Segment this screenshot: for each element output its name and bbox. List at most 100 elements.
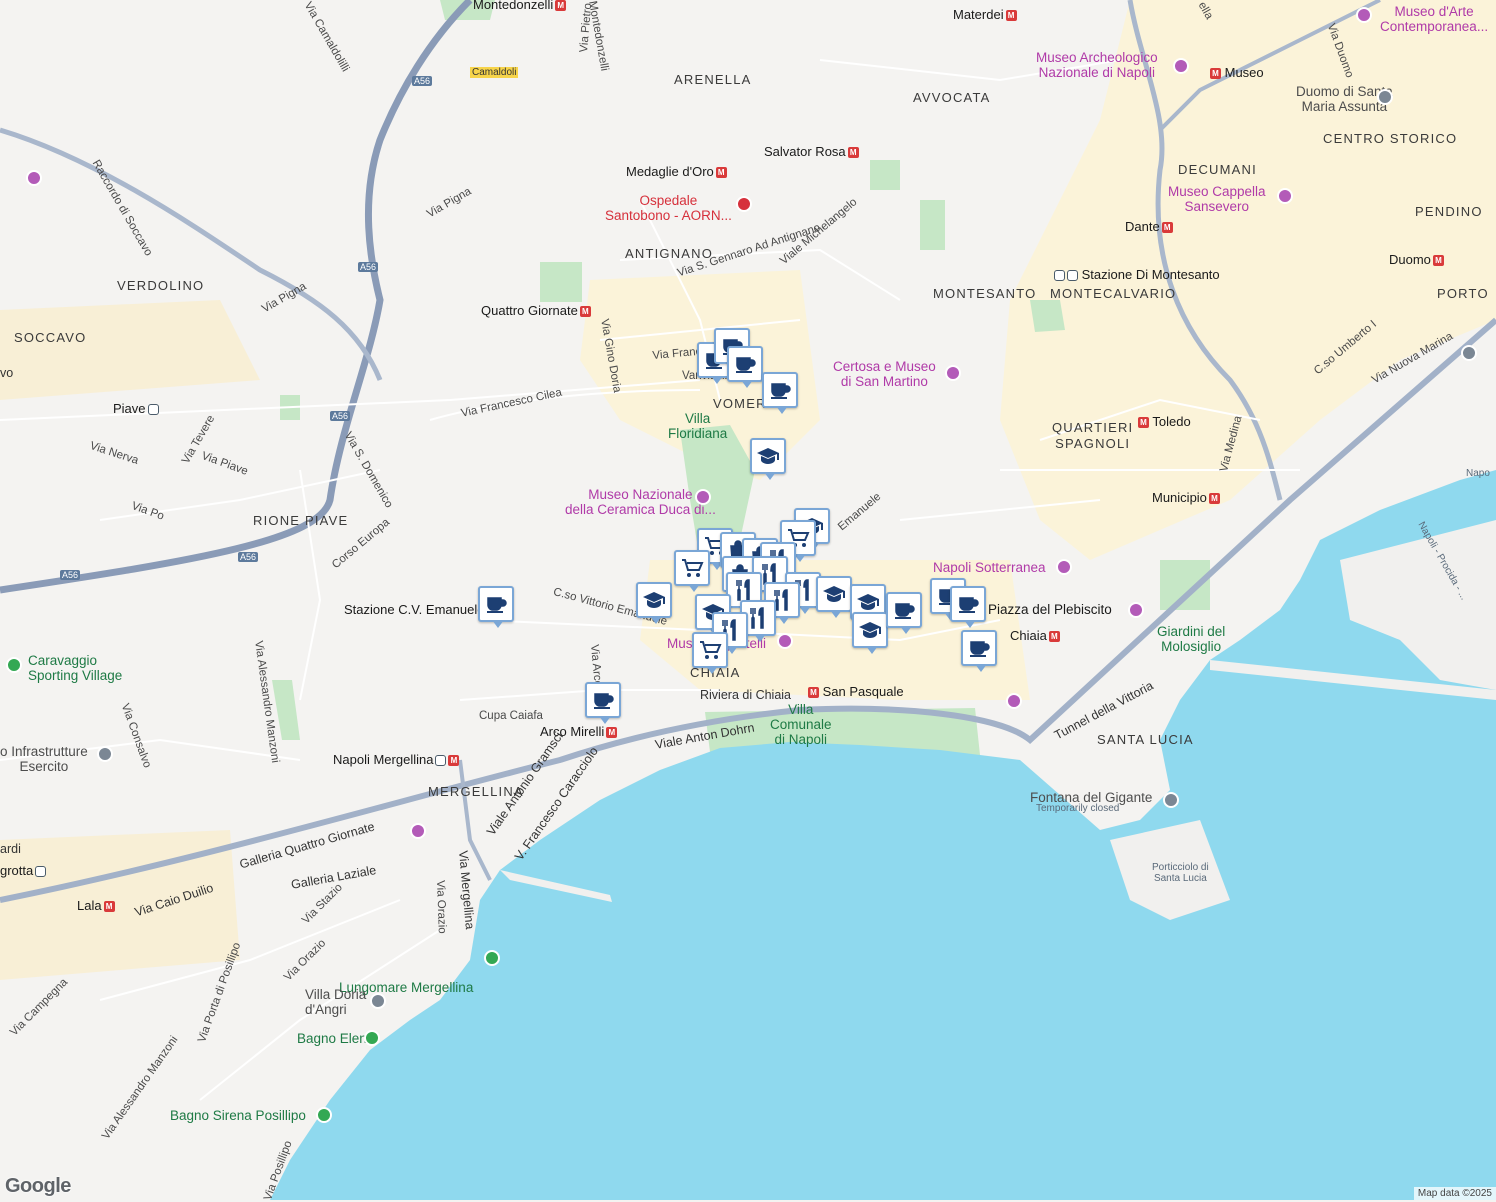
metro-station-label[interactable]: Chiaia M bbox=[1010, 628, 1060, 643]
district-label: VERDOLINO bbox=[117, 278, 205, 293]
poi-villa-floridiana[interactable]: Villa Floridiana bbox=[668, 411, 727, 441]
poi-museum-arte-contemporanea[interactable]: Museo d'Arte Contemporanea... bbox=[1380, 4, 1488, 34]
cafe-marker[interactable] bbox=[886, 592, 922, 634]
school-icon bbox=[859, 622, 881, 638]
metro-icon: M bbox=[1208, 493, 1220, 505]
poi-villa-doria[interactable]: Villa Doria d'Angri bbox=[305, 987, 366, 1017]
metro-station-label[interactable]: Duomo M bbox=[1389, 252, 1444, 267]
train-icon bbox=[1067, 270, 1078, 282]
sports-icon[interactable] bbox=[6, 657, 22, 673]
park-area bbox=[1160, 560, 1210, 610]
cafe-marker[interactable] bbox=[762, 372, 798, 414]
school-icon bbox=[643, 592, 665, 608]
metro-station-label[interactable]: Salvator Rosa M bbox=[764, 144, 859, 159]
camera-icon[interactable] bbox=[26, 170, 42, 186]
metro-station-label[interactable]: Dante M bbox=[1125, 219, 1173, 234]
school-icon bbox=[823, 586, 845, 602]
metro-icon: M bbox=[1138, 417, 1149, 429]
cart-marker[interactable] bbox=[692, 632, 728, 674]
metro-icon: M bbox=[579, 306, 591, 318]
train-station-label[interactable]: Stazione Di Montesanto bbox=[1052, 267, 1220, 282]
metro-station-label[interactable]: Lala M bbox=[77, 898, 115, 913]
metro-station-label[interactable]: M Museo bbox=[1208, 65, 1264, 80]
poi-infrastrutture-esercito[interactable]: o Infrastrutture Esercito bbox=[0, 744, 88, 774]
street-label: Riviera di Chiaia bbox=[700, 688, 792, 702]
landmark-icon[interactable] bbox=[1461, 345, 1477, 361]
museum-icon[interactable] bbox=[1277, 188, 1293, 204]
camera-icon[interactable] bbox=[410, 823, 426, 839]
museum-icon[interactable] bbox=[1006, 693, 1022, 709]
school-icon[interactable] bbox=[370, 993, 386, 1009]
beach-icon[interactable] bbox=[316, 1107, 332, 1123]
camera-icon[interactable] bbox=[1128, 602, 1144, 618]
poi-bagno-sirena[interactable]: Bagno Sirena Posillipo bbox=[170, 1108, 306, 1123]
cafe-marker[interactable] bbox=[585, 682, 621, 724]
poi-villa-comunale[interactable]: Villa Comunale di Napoli bbox=[770, 702, 832, 747]
poi-certosa-san-martino[interactable]: Certosa e Museo di San Martino bbox=[833, 359, 936, 389]
cart-marker[interactable] bbox=[674, 550, 710, 592]
school-marker[interactable] bbox=[852, 612, 888, 654]
poi-giardini-molosiglio[interactable]: Giardini del Molosiglio bbox=[1157, 624, 1225, 654]
metro-icon: M bbox=[1048, 631, 1060, 643]
district-label: CENTRO STORICO bbox=[1323, 131, 1458, 146]
map-attribution[interactable]: Map data ©2025 bbox=[1413, 1187, 1496, 1200]
cafe-marker[interactable] bbox=[961, 630, 997, 672]
cafe-marker[interactable] bbox=[478, 586, 514, 628]
museum-icon[interactable] bbox=[1173, 58, 1189, 74]
park-area bbox=[1030, 300, 1065, 332]
restaurant-icon bbox=[750, 607, 764, 629]
district-label: PORTO bbox=[1437, 286, 1489, 301]
poi-museo-ceramica[interactable]: Museo Nazionale della Ceramica Duca di..… bbox=[565, 487, 716, 517]
museum-icon[interactable] bbox=[695, 489, 711, 505]
train-station-label[interactable]: Stazione C.V. Emanuele bbox=[344, 602, 484, 617]
poi-napoli-sotterranea[interactable]: Napoli Sotterranea bbox=[933, 560, 1046, 575]
poi-napo: Napo bbox=[1466, 468, 1490, 479]
church-icon[interactable] bbox=[1377, 89, 1393, 105]
poi-porticciolo[interactable]: Porticciolo di Santa Lucia bbox=[1152, 862, 1209, 884]
train-station-label[interactable]: grotta bbox=[0, 863, 47, 878]
school-icon bbox=[857, 594, 879, 610]
urban-area bbox=[0, 300, 260, 400]
museum-icon[interactable] bbox=[945, 365, 961, 381]
cafe-icon bbox=[771, 383, 791, 399]
metro-icon: M bbox=[847, 147, 859, 159]
camera-icon[interactable] bbox=[1056, 559, 1072, 575]
school-marker[interactable] bbox=[636, 582, 672, 624]
metro-station-label[interactable]: Quattro Giornate M bbox=[481, 303, 591, 318]
museum-icon[interactable] bbox=[777, 633, 793, 649]
metro-station-label[interactable]: Montedonzelli M bbox=[473, 0, 567, 12]
district-label: MONTESANTO bbox=[933, 286, 1037, 301]
poi-museum-archeologico[interactable]: Museo Archeologico Nazionale di Napoli bbox=[1036, 50, 1158, 80]
cafe-marker[interactable] bbox=[727, 346, 763, 388]
tree-icon[interactable] bbox=[484, 950, 500, 966]
cafe-icon bbox=[487, 597, 507, 613]
poi-bagno-elena[interactable]: Bagno Elena bbox=[297, 1031, 374, 1046]
building-icon[interactable] bbox=[97, 746, 113, 762]
poi-ospedale-santobono[interactable]: Ospedale Santobono - AORN... bbox=[605, 193, 732, 223]
train-icon bbox=[435, 755, 447, 767]
metro-station-label[interactable]: M San Pasquale bbox=[806, 684, 904, 699]
metro-icon: M bbox=[1210, 68, 1221, 80]
fountain-icon[interactable] bbox=[1163, 792, 1179, 808]
beach-icon[interactable] bbox=[364, 1030, 380, 1046]
poi-caravaggio-sporting[interactable]: Caravaggio Sporting Village bbox=[28, 653, 122, 683]
metro-icon: M bbox=[715, 167, 727, 179]
metro-station-label[interactable]: Materdei M bbox=[953, 7, 1017, 22]
district-label: QUARTIERI SPAGNOLI bbox=[1052, 420, 1134, 451]
train-station-label[interactable]: Piave bbox=[113, 401, 159, 416]
park-area bbox=[540, 262, 582, 302]
school-marker[interactable] bbox=[816, 576, 852, 618]
museum-icon[interactable] bbox=[1356, 7, 1372, 23]
metro-station-label[interactable]: M Toledo bbox=[1136, 414, 1191, 429]
map-canvas[interactable]: ARENELLA AVVOCATA CENTRO STORICO DECUMAN… bbox=[0, 0, 1496, 1202]
cafe-marker[interactable] bbox=[950, 586, 986, 628]
cafe-icon bbox=[736, 357, 756, 373]
metro-station-label[interactable]: Municipio M bbox=[1152, 490, 1220, 505]
poi-piazza-plebiscito[interactable]: Piazza del Plebiscito bbox=[988, 602, 1112, 617]
school-marker[interactable] bbox=[750, 438, 786, 480]
metro-station-label[interactable]: Medaglie d'Oro M bbox=[626, 164, 727, 179]
hospital-icon[interactable] bbox=[736, 196, 752, 212]
train-station-label[interactable]: Napoli Mergellina M bbox=[333, 752, 460, 767]
highway-shield: A56 bbox=[412, 76, 433, 86]
poi-cappella-sansevero[interactable]: Museo Cappella Sansevero bbox=[1168, 184, 1266, 214]
